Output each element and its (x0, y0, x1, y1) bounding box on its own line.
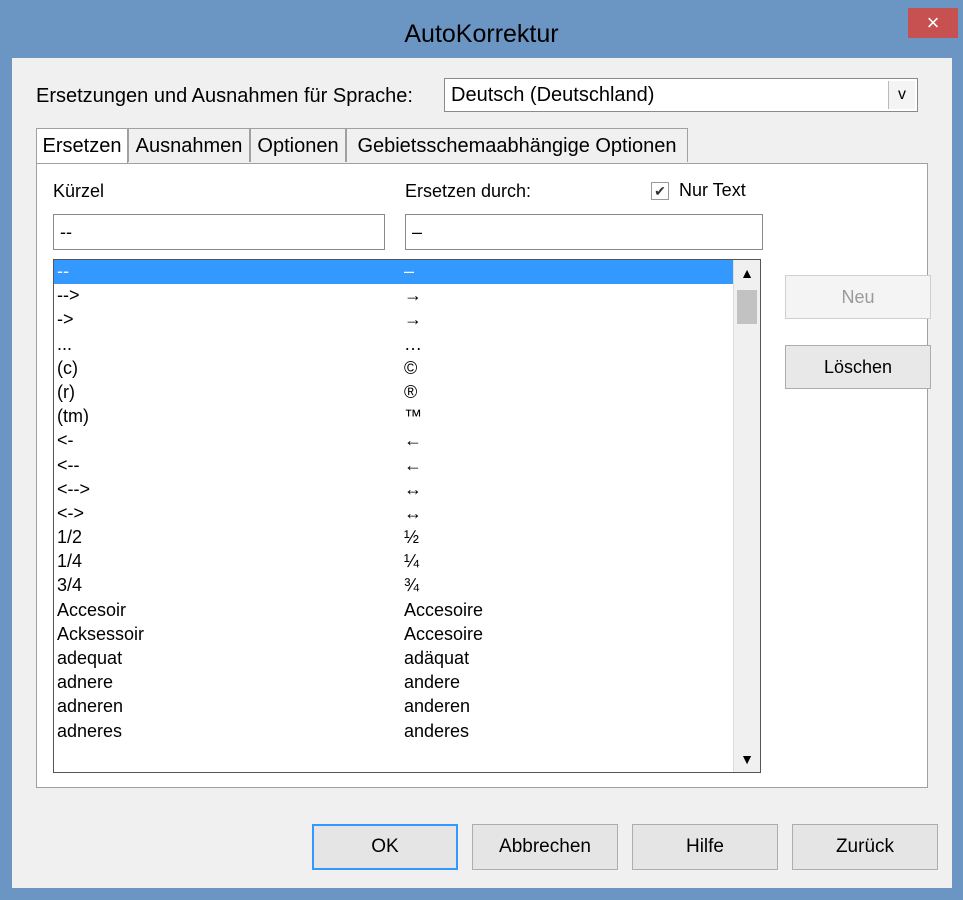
text-only-label: Nur Text (679, 180, 746, 200)
list-item[interactable]: <-> ↔ (54, 502, 734, 526)
list-item-replacement: ← (404, 430, 422, 451)
list-item-replacement: ½ (404, 527, 420, 548)
tab-optionen[interactable]: Optionen (250, 128, 346, 162)
shortcut-input-value: -- (60, 222, 72, 242)
text-only-checkbox[interactable]: ✔ (651, 182, 669, 200)
list-item-shortcut: adneres (57, 720, 123, 741)
reset-button[interactable]: Zurück (792, 824, 938, 870)
list-item-shortcut: (c) (57, 357, 78, 378)
list-item-shortcut: ... (57, 333, 73, 354)
language-select-value: Deutsch (Deutschland) (451, 84, 655, 106)
list-item-shortcut: <-- (57, 454, 80, 475)
list-item-replacement: ↔ (404, 502, 422, 523)
replace-panel: Kürzel Ersetzen durch: ✔ Nur Text -- – -… (36, 163, 931, 788)
list-item[interactable]: <- ← (54, 429, 734, 453)
tab-gebietsschema-optionen[interactable]: Gebietsschemaabhängige Optionen (346, 128, 688, 162)
list-item[interactable]: -- – (54, 260, 734, 285)
delete-button[interactable]: Löschen (785, 345, 931, 389)
list-item-shortcut: <--> (57, 478, 91, 499)
list-item-replacement: → (404, 285, 422, 306)
list-item-replacement: ¼ (404, 551, 420, 572)
list-item-replacement: anderes (404, 720, 470, 741)
list-item[interactable]: adneres anderes (54, 720, 734, 744)
list-item-replacement: © (404, 357, 418, 378)
tab-ersetzen[interactable]: Ersetzen (36, 128, 128, 165)
list-scrollbar[interactable]: ▲ ▼ (733, 260, 760, 772)
list-item[interactable]: (c) © (54, 357, 734, 381)
list-item[interactable]: -> → (54, 308, 734, 332)
list-item-shortcut: -- (57, 261, 69, 281)
list-item[interactable]: --> → (54, 284, 734, 308)
language-label-text: Ersetzungen und Ausnahmen für Sprache: (36, 85, 413, 107)
scroll-up-icon[interactable]: ▲ (734, 262, 760, 284)
list-item[interactable]: Acksessoir Accesoire (54, 623, 734, 647)
new-button[interactable]: Neu (785, 275, 931, 319)
list-item-shortcut: adnere (57, 672, 114, 693)
help-button[interactable]: Hilfe (632, 824, 778, 870)
list-item-shortcut: -> (57, 309, 74, 330)
list-item-shortcut: <-> (57, 502, 85, 523)
list-item-shortcut: 1/4 (57, 551, 83, 572)
close-button[interactable]: × (908, 8, 958, 38)
language-select[interactable]: Deutsch (Deutschland) v (444, 78, 918, 112)
list-item-shortcut: 1/2 (57, 527, 83, 548)
list-item[interactable]: 3/4 ¾ (54, 574, 734, 598)
list-item-replacement: … (404, 333, 422, 354)
list-item[interactable]: adequat adäquat (54, 647, 734, 671)
list-item-replacement: → (404, 309, 422, 330)
list-item-shortcut: 3/4 (57, 575, 83, 596)
replace-with-input-value: – (412, 222, 423, 242)
replacement-list-rows: -- – --> → -> →...… (c) © (r) ® (tm) ™ <- ← <-- ← <--> ↔ <… (54, 260, 734, 772)
list-item-shortcut: Accesoir (57, 599, 127, 620)
shortcut-label: Kürzel (53, 181, 105, 201)
close-icon: × (926, 10, 940, 35)
list-item[interactable]: <--> ↔ (54, 478, 734, 502)
checkmark-icon: ✔ (654, 183, 666, 199)
chevron-down-icon[interactable]: v (888, 81, 915, 109)
list-item-shortcut: adequat (57, 648, 123, 668)
list-item[interactable]: ... … (54, 333, 734, 357)
language-label: Ersetzungen und Ausnahmen für Sprache: (36, 85, 413, 108)
list-item-replacement: Accesoire (404, 623, 484, 644)
replacement-list[interactable]: -- – --> → -> →...… (c) © (r) ® (tm) ™ <- ← <-- ← <--> ↔ <… (53, 259, 761, 773)
list-item-shortcut: Acksessoir (57, 623, 145, 644)
list-item-replacement: ¾ (404, 575, 420, 596)
shortcut-input[interactable]: -- (53, 214, 385, 250)
scroll-down-icon[interactable]: ▼ (734, 748, 760, 770)
list-item-replacement: ® (404, 381, 418, 402)
list-item[interactable]: (tm) ™ (54, 405, 734, 429)
list-item[interactable]: <-- ← (54, 454, 734, 478)
list-item-replacement: anderen (404, 696, 471, 717)
list-item-replacement: ™ (404, 406, 422, 427)
list-item-shortcut: (r) (57, 381, 75, 402)
list-item[interactable]: adneren anderen (54, 695, 734, 719)
list-item-replacement: ← (404, 454, 422, 475)
list-item-replacement: andere (404, 672, 461, 693)
list-item-shortcut: --> (57, 285, 80, 306)
list-item-shortcut: (tm) (57, 406, 89, 427)
list-item[interactable]: adnere andere (54, 671, 734, 695)
list-item[interactable]: 1/4 ¼ (54, 550, 734, 574)
title-bar[interactable]: AutoKorrektur × (0, 0, 963, 58)
cancel-button[interactable]: Abbrechen (472, 824, 618, 870)
list-item-shortcut: <- (57, 430, 74, 451)
autokorrektur-dialog: AutoKorrektur × Ersetzungen und Ausnahme… (0, 0, 963, 900)
list-item-shortcut: adneren (57, 696, 124, 717)
scroll-thumb[interactable] (737, 290, 757, 324)
list-item-replacement: – (404, 261, 415, 281)
list-item[interactable]: (r) ® (54, 381, 734, 405)
list-item-replacement: adäquat (404, 648, 470, 668)
list-item-replacement: ↔ (404, 478, 422, 499)
replace-with-input[interactable]: – (405, 214, 763, 250)
window-title: AutoKorrektur (404, 20, 559, 48)
tab-ausnahmen[interactable]: Ausnahmen (128, 128, 250, 162)
dialog-body: Ersetzungen und Ausnahmen für Sprache: D… (12, 58, 952, 888)
list-item[interactable]: 1/2 ½ (54, 526, 734, 550)
list-item[interactable]: Accesoir Accesoire (54, 599, 734, 623)
ok-button[interactable]: OK (312, 824, 458, 870)
replace-with-label: Ersetzen durch: (405, 181, 532, 201)
list-item-replacement: Accesoire (404, 599, 484, 620)
